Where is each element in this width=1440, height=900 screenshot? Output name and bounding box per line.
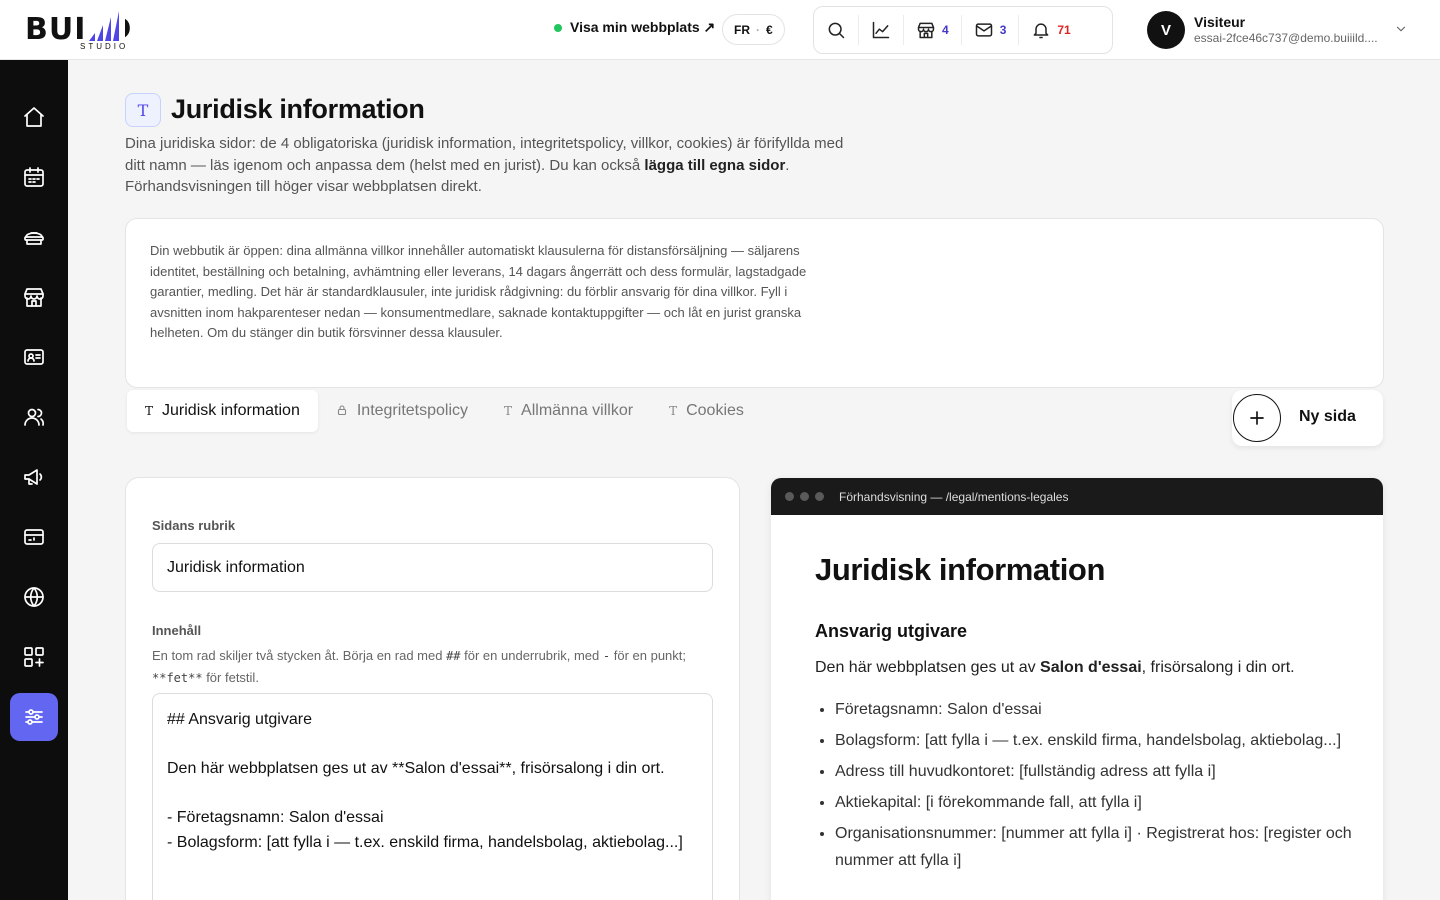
- content-textarea[interactable]: ## Ansvarig utgivare Den här webbplatsen…: [152, 693, 713, 900]
- list-item: Organisationsnummer: [nummer att fylla i…: [835, 820, 1355, 874]
- store-icon: [24, 288, 44, 307]
- services-icon: [24, 232, 44, 245]
- sidebar: [0, 60, 68, 900]
- home-icon: [24, 107, 44, 127]
- content-label: Innehåll: [152, 623, 202, 638]
- new-page-button[interactable]: Ny sida: [1232, 390, 1383, 446]
- user-email: essai-2fce46c737@demo.buiiild....: [1194, 31, 1378, 45]
- grid-plus-icon: [24, 647, 44, 667]
- tab-label: Cookies: [686, 402, 744, 419]
- user-menu[interactable]: V Visiteur essai-2fce46c737@demo.buiiild…: [1147, 11, 1378, 49]
- preview-list: Företagsnamn: Salon d'essai Bolagsform: …: [815, 696, 1355, 874]
- tab-label: Juridisk information: [162, 402, 300, 419]
- tab-label: Integritetspolicy: [356, 402, 469, 419]
- megaphone-icon: [24, 469, 43, 485]
- credit-card-icon: [24, 529, 44, 545]
- avatar: V: [1147, 11, 1185, 49]
- list-item: Bolagsform: [att fylla i — t.ex. enskild…: [835, 727, 1355, 754]
- lock-icon: [336, 404, 348, 419]
- page-editor-card: Sidans rubrik Juridisk information Inneh…: [125, 477, 740, 900]
- chevron-down-icon[interactable]: [1394, 22, 1408, 36]
- tab-juridisk-information[interactable]: T Juridisk information: [127, 390, 318, 432]
- calendar-icon: [24, 167, 44, 187]
- list-item: Adress till huvudkontoret: [fullständig …: [835, 758, 1355, 785]
- add-pages-emphasis: lägga till egna sidor: [644, 156, 786, 174]
- legal-page-tabs: T Juridisk information Integritetspolicy…: [127, 390, 762, 432]
- sidebar-item-settings[interactable]: [10, 693, 58, 741]
- content-help-text: En tom rad skiljer två stycken åt. Börja…: [152, 648, 687, 685]
- sidebar-item-shop[interactable]: [10, 273, 58, 321]
- text-icon: T: [145, 404, 154, 418]
- search-button[interactable]: [814, 15, 859, 45]
- plus-icon: [1233, 394, 1281, 442]
- list-item: Aktiekapital: [i förekommande fall, att …: [835, 789, 1355, 816]
- analytics-button[interactable]: [859, 15, 904, 45]
- globe-icon: [24, 587, 44, 607]
- sidebar-item-contacts[interactable]: [10, 333, 58, 381]
- notification-count-badge: 71: [1057, 23, 1071, 37]
- preview-url: Förhandsvisning — /legal/mentions-legale…: [839, 489, 1069, 504]
- currency-symbol: €: [766, 22, 773, 37]
- language-separator: ·: [756, 22, 760, 37]
- preview-paragraph: Den här webbplatsen ges ut av Salon d'es…: [815, 659, 1295, 676]
- sidebar-item-calendar[interactable]: [10, 153, 58, 201]
- notice-text: Din webbutik är öppen: dina allmänna vil…: [150, 243, 807, 340]
- page-title-input[interactable]: Juridisk information: [152, 543, 713, 592]
- preview-subheading: Ansvarig utgivare: [815, 621, 968, 641]
- tab-allmanna-villkor[interactable]: T Allmänna villkor: [486, 390, 651, 432]
- page-title-label: Sidans rubrik: [152, 518, 236, 533]
- top-icon-bar: 4 3 71: [813, 6, 1113, 54]
- shop-legal-notice: Din webbutik är öppen: dina allmänna vil…: [125, 218, 1384, 388]
- text-icon: T: [669, 404, 678, 418]
- visit-site-link[interactable]: Visa min webbplats ↗: [554, 19, 715, 36]
- new-page-label: Ny sida: [1299, 408, 1356, 425]
- sidebar-item-home[interactable]: [10, 93, 58, 141]
- tab-label: Allmänna villkor: [521, 402, 634, 419]
- page-title: Juridisk information: [171, 94, 425, 124]
- shop-count-badge: 4: [942, 23, 949, 37]
- sidebar-item-website[interactable]: [10, 573, 58, 621]
- search-icon: [828, 22, 845, 39]
- online-status-dot: [554, 23, 562, 32]
- mail-icon: [975, 23, 992, 37]
- window-dot: [815, 492, 824, 501]
- shop-button[interactable]: 4: [904, 15, 962, 45]
- user-name: Visiteur: [1194, 14, 1246, 30]
- bell-icon: [1033, 23, 1049, 39]
- window-dot: [800, 492, 809, 501]
- window-dot: [785, 492, 794, 501]
- language-code: FR: [734, 22, 750, 37]
- sliders-icon: [25, 709, 43, 725]
- chart-icon: [872, 21, 890, 39]
- notifications-button[interactable]: 71: [1019, 15, 1082, 45]
- logo-subtitle: STUDIO: [80, 42, 129, 51]
- store-icon: [917, 22, 935, 39]
- language-currency-selector[interactable]: FR · €: [722, 14, 785, 45]
- sidebar-item-services[interactable]: [10, 213, 58, 261]
- sidebar-item-payments[interactable]: [10, 513, 58, 561]
- live-preview-panel: Förhandsvisning — /legal/mentions-legale…: [771, 478, 1383, 900]
- list-item: Företagsnamn: Salon d'essai: [835, 696, 1355, 723]
- top-bar: BUILD STUDIO Visa min webbplats ↗ FR · €…: [0, 0, 1440, 60]
- preview-heading: Juridisk information: [815, 552, 1105, 587]
- tab-cookies[interactable]: T Cookies: [651, 390, 762, 432]
- title-text-icon: T: [125, 93, 161, 127]
- sidebar-item-apps[interactable]: [10, 633, 58, 681]
- preview-content: Juridisk information Ansvarig utgivare D…: [815, 552, 1355, 878]
- visit-site-label: Visa min webbplats ↗: [570, 19, 716, 35]
- logo-bars-icon: [87, 11, 125, 41]
- sidebar-item-team[interactable]: [10, 393, 58, 441]
- messages-button[interactable]: 3: [962, 15, 1020, 45]
- id-card-icon: [24, 349, 44, 365]
- users-icon: [24, 408, 45, 426]
- sidebar-item-marketing[interactable]: [10, 453, 58, 501]
- text-icon: T: [504, 404, 513, 418]
- preview-window-bar: Förhandsvisning — /legal/mentions-legale…: [771, 478, 1383, 515]
- build-studio-logo[interactable]: BUILD STUDIO: [25, 9, 185, 51]
- tab-integritetspolicy[interactable]: Integritetspolicy: [318, 390, 486, 432]
- page-description: Dina juridiska sidor: de 4 obligatoriska…: [125, 135, 844, 195]
- mail-count-badge: 3: [999, 23, 1007, 37]
